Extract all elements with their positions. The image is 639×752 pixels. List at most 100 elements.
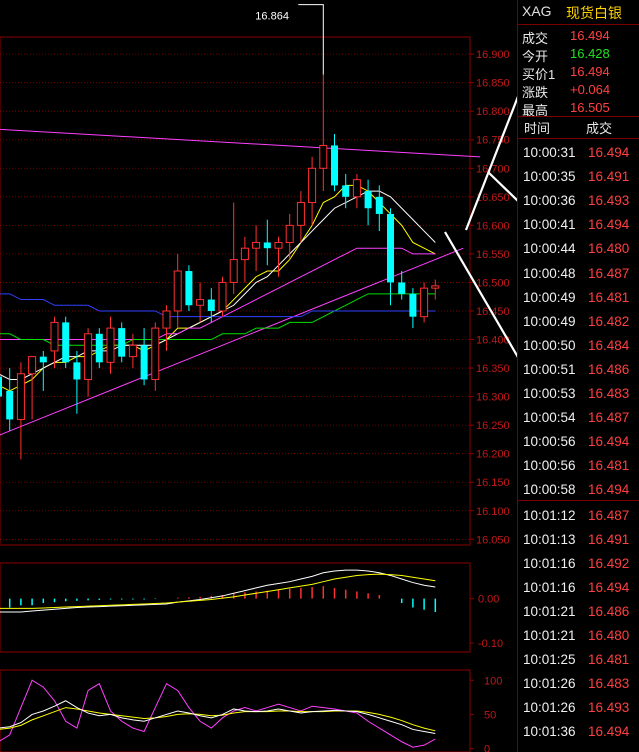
high-annotation-label: 16.864 — [255, 11, 289, 23]
chart-area[interactable]: 16.050 16.100 16.150 16.200 16.250 16.300 16.3… — [0, 0, 517, 752]
candle-body — [398, 282, 406, 294]
candle-body — [106, 327, 115, 363]
candle-body — [431, 285, 440, 289]
trade-price: 16.494 — [588, 145, 630, 160]
candle — [207, 288, 215, 323]
y-tick-label: 16.550 — [476, 249, 510, 261]
trade-price: 16.491 — [588, 169, 630, 185]
trade-price: 16.486 — [588, 361, 630, 377]
candle — [185, 265, 193, 311]
trade-row: 10:01:12 16.487 — [518, 504, 639, 528]
trade-time: 10:00:58 — [523, 482, 576, 498]
y-tick-label: 16.350 — [476, 363, 510, 375]
trade-price: 16.481 — [588, 289, 630, 305]
candle — [218, 276, 227, 317]
trade-price: 16.494 — [588, 724, 630, 740]
y-tick-label: 50 — [484, 709, 496, 721]
trade-time: 10:01:26 — [523, 676, 576, 692]
trade-time: 10:00:49 — [523, 289, 576, 305]
trade-time: 10:00:49 — [523, 313, 576, 329]
y-tick-label: 16.250 — [476, 420, 510, 432]
quote-value: +0.064 — [570, 82, 611, 97]
candle — [140, 328, 148, 386]
candle — [331, 134, 338, 192]
kdj-d-line — [0, 707, 436, 732]
candle — [106, 316, 115, 374]
candle-body — [296, 202, 305, 226]
candle-body — [6, 390, 14, 420]
candle — [229, 202, 238, 294]
quote-value: 16.494 — [570, 64, 610, 79]
y-tick-label: 16.800 — [476, 106, 510, 118]
y-tick-label: 100 — [484, 675, 502, 687]
y-tick-label: 16.700 — [476, 163, 510, 175]
trade-price: 16.486 — [588, 603, 630, 619]
y-tick-label: 16.600 — [476, 220, 510, 232]
trade-time: 10:00:54 — [523, 410, 576, 426]
trade-row: 10:01:21 16.486 — [518, 600, 639, 624]
trades-header: 时间 成交 — [518, 117, 639, 137]
candle-body — [62, 322, 70, 363]
candle-body — [263, 242, 271, 249]
trade-row: 10:00:56 16.481 — [518, 454, 639, 478]
candle — [308, 156, 317, 226]
trades-header-price: 成交 — [586, 121, 613, 136]
candle — [118, 322, 126, 363]
candle-body — [229, 259, 238, 283]
y-tick-label: 16.500 — [476, 277, 510, 289]
trade-row: 10:01:16 16.492 — [518, 552, 639, 576]
candle-body — [364, 191, 372, 209]
candle — [364, 179, 372, 226]
candle-body — [151, 327, 160, 380]
trade-row: 10:01:26 16.483 — [518, 672, 639, 696]
trade-time: 10:01:12 — [523, 507, 576, 523]
quote-row: 今开 16.428 — [520, 45, 638, 64]
candle-body — [39, 356, 47, 363]
trade-price: 16.491 — [588, 531, 630, 547]
divider — [518, 500, 639, 501]
candle-body — [84, 333, 93, 380]
trade-time: 10:01:26 — [523, 700, 576, 716]
trade-price: 16.483 — [588, 386, 630, 401]
trade-row: 10:01:26 16.493 — [518, 696, 639, 720]
trade-price: 16.481 — [588, 458, 630, 474]
trade-time: 10:00:56 — [523, 434, 576, 450]
trade-row: 10:01:13 16.491 — [518, 528, 639, 552]
candle — [95, 328, 103, 369]
trade-row: 10:00:49 16.482 — [518, 310, 639, 334]
trade-row: 10:00:50 16.484 — [518, 334, 639, 358]
trade-price: 16.487 — [588, 410, 630, 426]
candle-body — [173, 270, 182, 312]
trade-row: 10:00:41 16.494 — [518, 213, 639, 237]
candle-body — [140, 345, 148, 380]
quote-row: 涨跌 +0.064 — [520, 81, 638, 100]
trade-price: 16.494 — [588, 579, 630, 595]
candle — [352, 173, 361, 209]
symbol-code: XAG — [522, 3, 552, 19]
candle-body — [331, 145, 338, 186]
divider — [518, 24, 639, 25]
y-tick-label: 16.300 — [476, 392, 510, 404]
trade-row: 10:01:16 16.494 — [518, 576, 639, 600]
trade-time: 10:00:50 — [523, 337, 576, 353]
y-tick-label: 16.150 — [476, 477, 510, 489]
trade-price: 16.480 — [588, 241, 630, 257]
trade-row: 10:01:36 16.494 — [518, 720, 639, 744]
quote-value: 16.505 — [570, 100, 610, 115]
trade-time: 10:00:41 — [523, 217, 576, 233]
candle — [285, 213, 294, 260]
trade-row: 10:00:58 16.494 — [518, 478, 639, 502]
candle-body — [218, 281, 227, 312]
trade-price: 16.484 — [588, 337, 630, 353]
candle-body — [240, 247, 249, 261]
candle — [263, 219, 271, 266]
candle-body — [118, 328, 126, 357]
y-tick-label: 16.100 — [476, 506, 510, 518]
candle-body — [352, 179, 361, 198]
trade-price: 16.494 — [588, 482, 630, 498]
y-tick-label: 16.200 — [476, 449, 510, 461]
quote-row: 买价1 16.494 — [520, 63, 638, 82]
divider — [518, 138, 639, 139]
candle-body — [409, 293, 417, 317]
trade-row: 10:00:54 16.487 — [518, 406, 639, 430]
